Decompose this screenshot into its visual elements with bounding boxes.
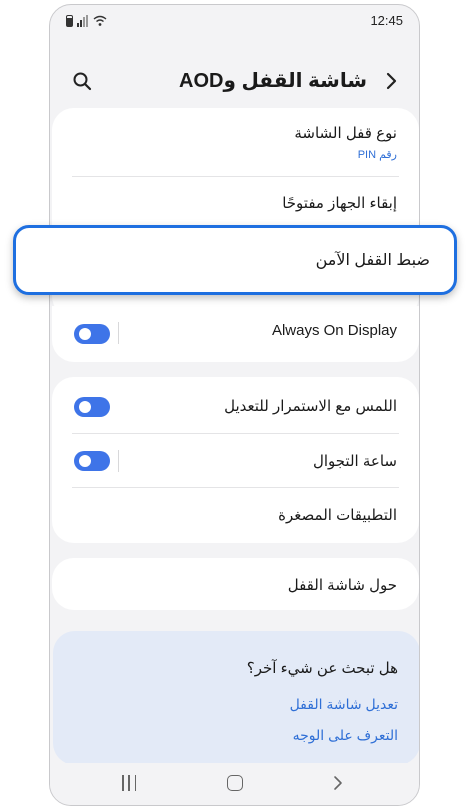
nav-back-button[interactable] bbox=[328, 773, 348, 793]
suggestion-link-edit-lock-screen[interactable]: تعديل شاشة القفل bbox=[290, 696, 398, 713]
back-button[interactable] bbox=[375, 65, 407, 97]
aod-label: Always On Display bbox=[271, 322, 397, 339]
clock-widgets-card: اللمس مع الاستمرار للتعديل ساعة التجوال … bbox=[52, 377, 419, 543]
search-icon bbox=[73, 72, 92, 91]
chevron-right-icon bbox=[334, 776, 342, 790]
lock-type-label: نوع قفل الشاشة bbox=[294, 125, 397, 142]
search-button[interactable] bbox=[66, 65, 98, 97]
roaming-clock-label: ساعة التجوال bbox=[312, 453, 397, 470]
home-button[interactable] bbox=[227, 775, 243, 791]
keep-unlocked-row[interactable]: إبقاء الجهاز مفتوحًا bbox=[52, 178, 419, 228]
roaming-clock-toggle[interactable] bbox=[74, 451, 110, 471]
status-bar: 12:45 bbox=[50, 5, 419, 37]
secure-lock-label: ضبط القفل الآمن bbox=[315, 252, 430, 269]
status-icons bbox=[66, 15, 107, 27]
recent-apps-button[interactable] bbox=[122, 775, 136, 791]
secure-lock-settings-row[interactable]: ضبط القفل الآمن bbox=[13, 225, 457, 295]
lock-type-value: رقم PIN bbox=[357, 149, 397, 161]
toggle-separator bbox=[118, 450, 119, 472]
widgets-label: التطبيقات المصغرة bbox=[278, 507, 397, 524]
widgets-row[interactable]: التطبيقات المصغرة bbox=[52, 488, 419, 543]
keep-unlocked-label: إبقاء الجهاز مفتوحًا bbox=[282, 195, 397, 212]
about-label: حول شاشة القفل bbox=[287, 577, 397, 594]
touch-hold-toggle[interactable] bbox=[74, 397, 110, 417]
page-title: شاشة القفل وAOD bbox=[179, 70, 367, 92]
about-row[interactable]: حول شاشة القفل bbox=[52, 558, 419, 610]
status-time: 12:45 bbox=[370, 13, 403, 28]
aod-row[interactable]: Always On Display bbox=[52, 306, 419, 362]
lock-type-row[interactable]: نوع قفل الشاشة رقم PIN bbox=[52, 108, 419, 174]
navigation-bar bbox=[50, 763, 419, 805]
divider bbox=[72, 176, 399, 177]
battery-icon bbox=[66, 15, 73, 27]
touch-hold-row[interactable]: اللمس مع الاستمرار للتعديل bbox=[52, 377, 419, 433]
toggle-separator bbox=[118, 322, 119, 344]
touch-hold-label: اللمس مع الاستمرار للتعديل bbox=[224, 398, 397, 415]
roaming-clock-row[interactable]: ساعة التجوال bbox=[52, 434, 419, 486]
suggestions-title: هل تبحث عن شيء آخر؟ bbox=[246, 660, 398, 677]
app-header: شاشة القفل وAOD bbox=[50, 61, 419, 101]
wifi-icon bbox=[93, 15, 107, 26]
suggestions-card: هل تبحث عن شيء آخر؟ تعديل شاشة القفل الت… bbox=[53, 631, 419, 765]
chevron-right-icon bbox=[386, 72, 397, 90]
phone-frame: 12:45 شاشة القفل وAOD نوع قفل الشاشة رقم… bbox=[49, 4, 420, 806]
aod-toggle[interactable] bbox=[74, 324, 110, 344]
signal-icon bbox=[77, 15, 88, 27]
about-card: حول شاشة القفل bbox=[52, 558, 419, 610]
suggestion-link-face-recognition[interactable]: التعرف على الوجه bbox=[293, 727, 398, 744]
aod-card: Always On Display bbox=[52, 306, 419, 362]
